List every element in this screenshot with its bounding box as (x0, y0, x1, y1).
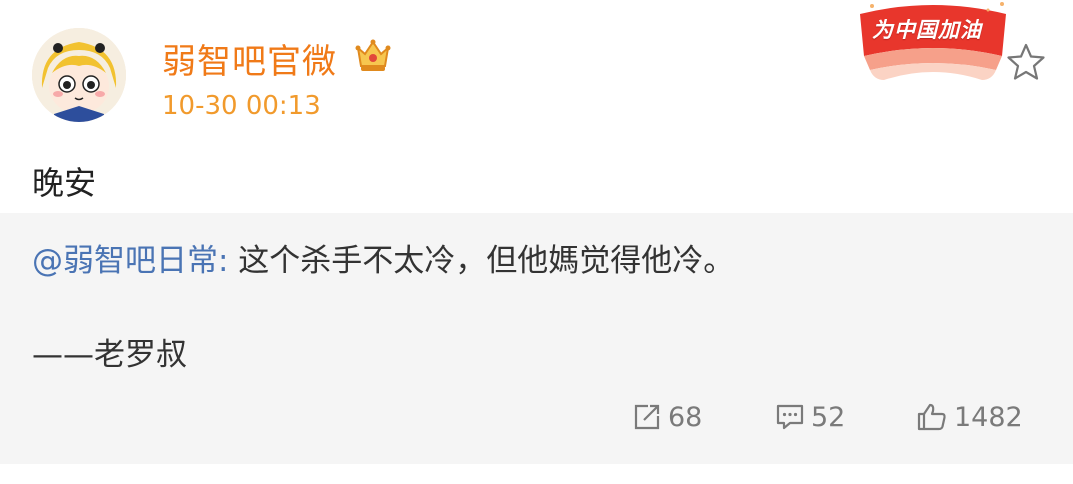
like-button[interactable]: 1482 (916, 399, 1023, 435)
thumbs-up-icon (917, 403, 946, 431)
weibo-post: 弱智吧官微 10-30 00:13 为中国加油 晚安 @弱智吧日常: 这个杀手不… (0, 0, 1073, 484)
avatar-anime-girl-icon (32, 28, 126, 122)
mention-link[interactable]: @弱智吧日常 (32, 243, 218, 279)
mention-separator: : (218, 243, 229, 279)
like-count: 1482 (954, 401, 1023, 433)
star-icon[interactable] (1006, 42, 1046, 82)
repost-line: @弱智吧日常: 这个杀手不太冷，但他媽觉得他冷。 (32, 235, 734, 280)
event-badge-text: 为中国加油 (872, 18, 982, 42)
post-timestamp: 10-30 00:13 (162, 91, 321, 121)
repost-signature: ——老罗叔 (32, 337, 187, 373)
repost-block[interactable]: @弱智吧日常: 这个杀手不太冷，但他媽觉得他冷。 ——老罗叔 68 52 148… (0, 213, 1073, 464)
post-text: 晚安 (32, 164, 97, 202)
comment-icon (776, 404, 804, 430)
comment-button[interactable]: 52 (775, 399, 845, 435)
username[interactable]: 弱智吧官微 (162, 34, 337, 83)
comment-count: 52 (811, 401, 846, 433)
crown-icon (354, 38, 392, 74)
avatar[interactable] (32, 28, 126, 122)
repost-text: 这个杀手不太冷，但他媽觉得他冷。 (228, 243, 735, 279)
repost-button[interactable]: 68 (632, 399, 702, 435)
repost-count: 68 (668, 401, 703, 433)
event-badge[interactable]: 为中国加油 (852, 0, 1014, 80)
repost-icon (634, 404, 660, 430)
